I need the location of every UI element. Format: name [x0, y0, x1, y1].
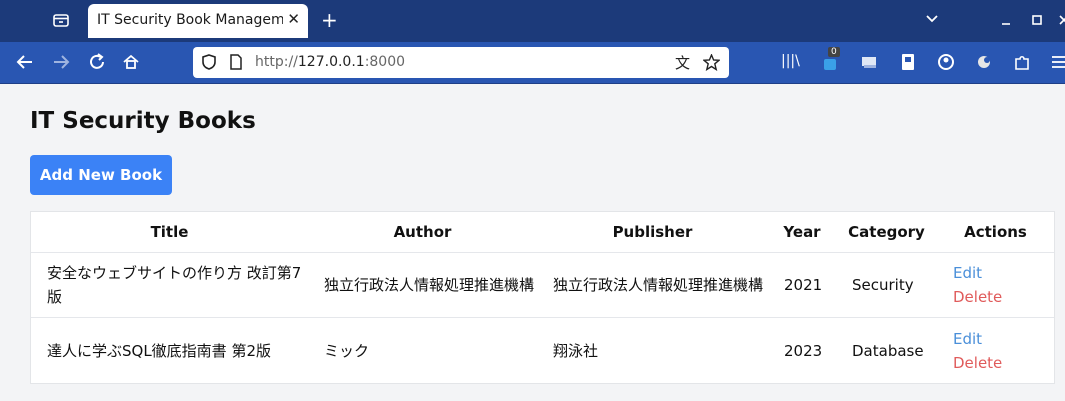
browser-nav-bar: http://127.0.0.1:8000 文 |||\ 0	[0, 42, 1065, 84]
browser-tab-bar: IT Security Book Managemen ✕ +	[0, 0, 1065, 42]
bookmark-manager-icon[interactable]	[897, 51, 919, 73]
delete-link[interactable]: Delete	[953, 351, 1054, 375]
cell-publisher: 独立行政法人情報処理推進機構	[537, 252, 768, 318]
table-header-row: Title Author Publisher Year Category Act…	[31, 212, 1054, 253]
edit-link[interactable]: Edit	[953, 327, 1054, 351]
books-table-container: Title Author Publisher Year Category Act…	[30, 211, 1055, 384]
new-tab-button[interactable]: +	[321, 8, 338, 32]
url-host: 127.0.0.1	[297, 54, 365, 70]
bookmark-star-icon[interactable]	[703, 54, 720, 71]
column-header-title: Title	[31, 212, 308, 253]
page-icon[interactable]	[229, 54, 243, 70]
extension-cookie-icon[interactable]	[973, 51, 995, 73]
browser-tab-active[interactable]: IT Security Book Managemen ✕	[88, 4, 308, 38]
minimize-icon[interactable]	[1000, 14, 1012, 26]
cell-actions: Edit Delete	[937, 252, 1054, 318]
account-icon[interactable]	[935, 51, 957, 73]
container-icon[interactable]	[858, 51, 880, 73]
library-icon[interactable]: |||\	[781, 53, 803, 75]
column-header-actions: Actions	[937, 212, 1054, 253]
url-text: http://127.0.0.1:8000	[255, 54, 405, 70]
column-header-year: Year	[768, 212, 836, 253]
delete-link[interactable]: Delete	[953, 285, 1054, 309]
cell-publisher: 翔泳社	[553, 341, 599, 360]
column-header-publisher: Publisher	[537, 212, 768, 253]
reload-icon[interactable]	[86, 51, 108, 73]
url-port: :8000	[364, 54, 406, 70]
extension-badge-icon[interactable]: 0	[820, 47, 842, 73]
edit-link[interactable]: Edit	[953, 261, 1054, 285]
cell-title: 達人に学ぶSQL徹底指南書 第2版	[47, 341, 271, 360]
cell-author: ミック	[324, 341, 370, 360]
translate-icon[interactable]: 文	[675, 52, 690, 73]
cell-year: 2021	[768, 252, 836, 318]
table-row: 達人に学ぶSQL徹底指南書 第2版 ミック 翔泳社 2023 Database …	[31, 318, 1054, 384]
tab-overview-icon[interactable]	[52, 11, 70, 29]
back-icon[interactable]	[14, 51, 36, 73]
tab-title: IT Security Book Managemen	[97, 12, 283, 28]
home-icon[interactable]	[120, 51, 142, 73]
page-content: IT Security Books Add New Book Title Aut…	[0, 84, 1065, 401]
extensions-puzzle-icon[interactable]	[1011, 51, 1033, 73]
chevron-down-icon[interactable]	[924, 10, 940, 26]
extension-badge-count: 0	[828, 47, 840, 57]
forward-icon[interactable]	[50, 51, 72, 73]
url-scheme: http://	[255, 54, 298, 70]
column-header-category: Category	[836, 212, 937, 253]
tab-close-icon[interactable]: ✕	[287, 10, 300, 28]
cell-actions: Edit Delete	[937, 318, 1054, 384]
maximize-icon[interactable]	[1031, 14, 1043, 26]
table-row: 安全なウェブサイトの作り方 改訂第7版 独立行政法人情報処理推進機構 独立行政法…	[31, 252, 1054, 318]
shield-icon[interactable]	[201, 54, 217, 70]
address-bar[interactable]: http://127.0.0.1:8000 文	[193, 47, 729, 78]
close-window-icon[interactable]	[1058, 14, 1065, 26]
column-header-author: Author	[308, 212, 537, 253]
cell-category: Database	[852, 341, 924, 360]
cell-title: 安全なウェブサイトの作り方 改訂第7版	[31, 252, 308, 318]
menu-icon[interactable]	[1049, 51, 1065, 73]
page-title: IT Security Books	[30, 108, 256, 134]
add-new-book-button[interactable]: Add New Book	[30, 155, 172, 195]
books-table: Title Author Publisher Year Category Act…	[31, 212, 1054, 383]
cell-year: 2023	[784, 341, 823, 360]
cell-author: 独立行政法人情報処理推進機構	[308, 252, 537, 318]
cell-category: Security	[836, 252, 937, 318]
